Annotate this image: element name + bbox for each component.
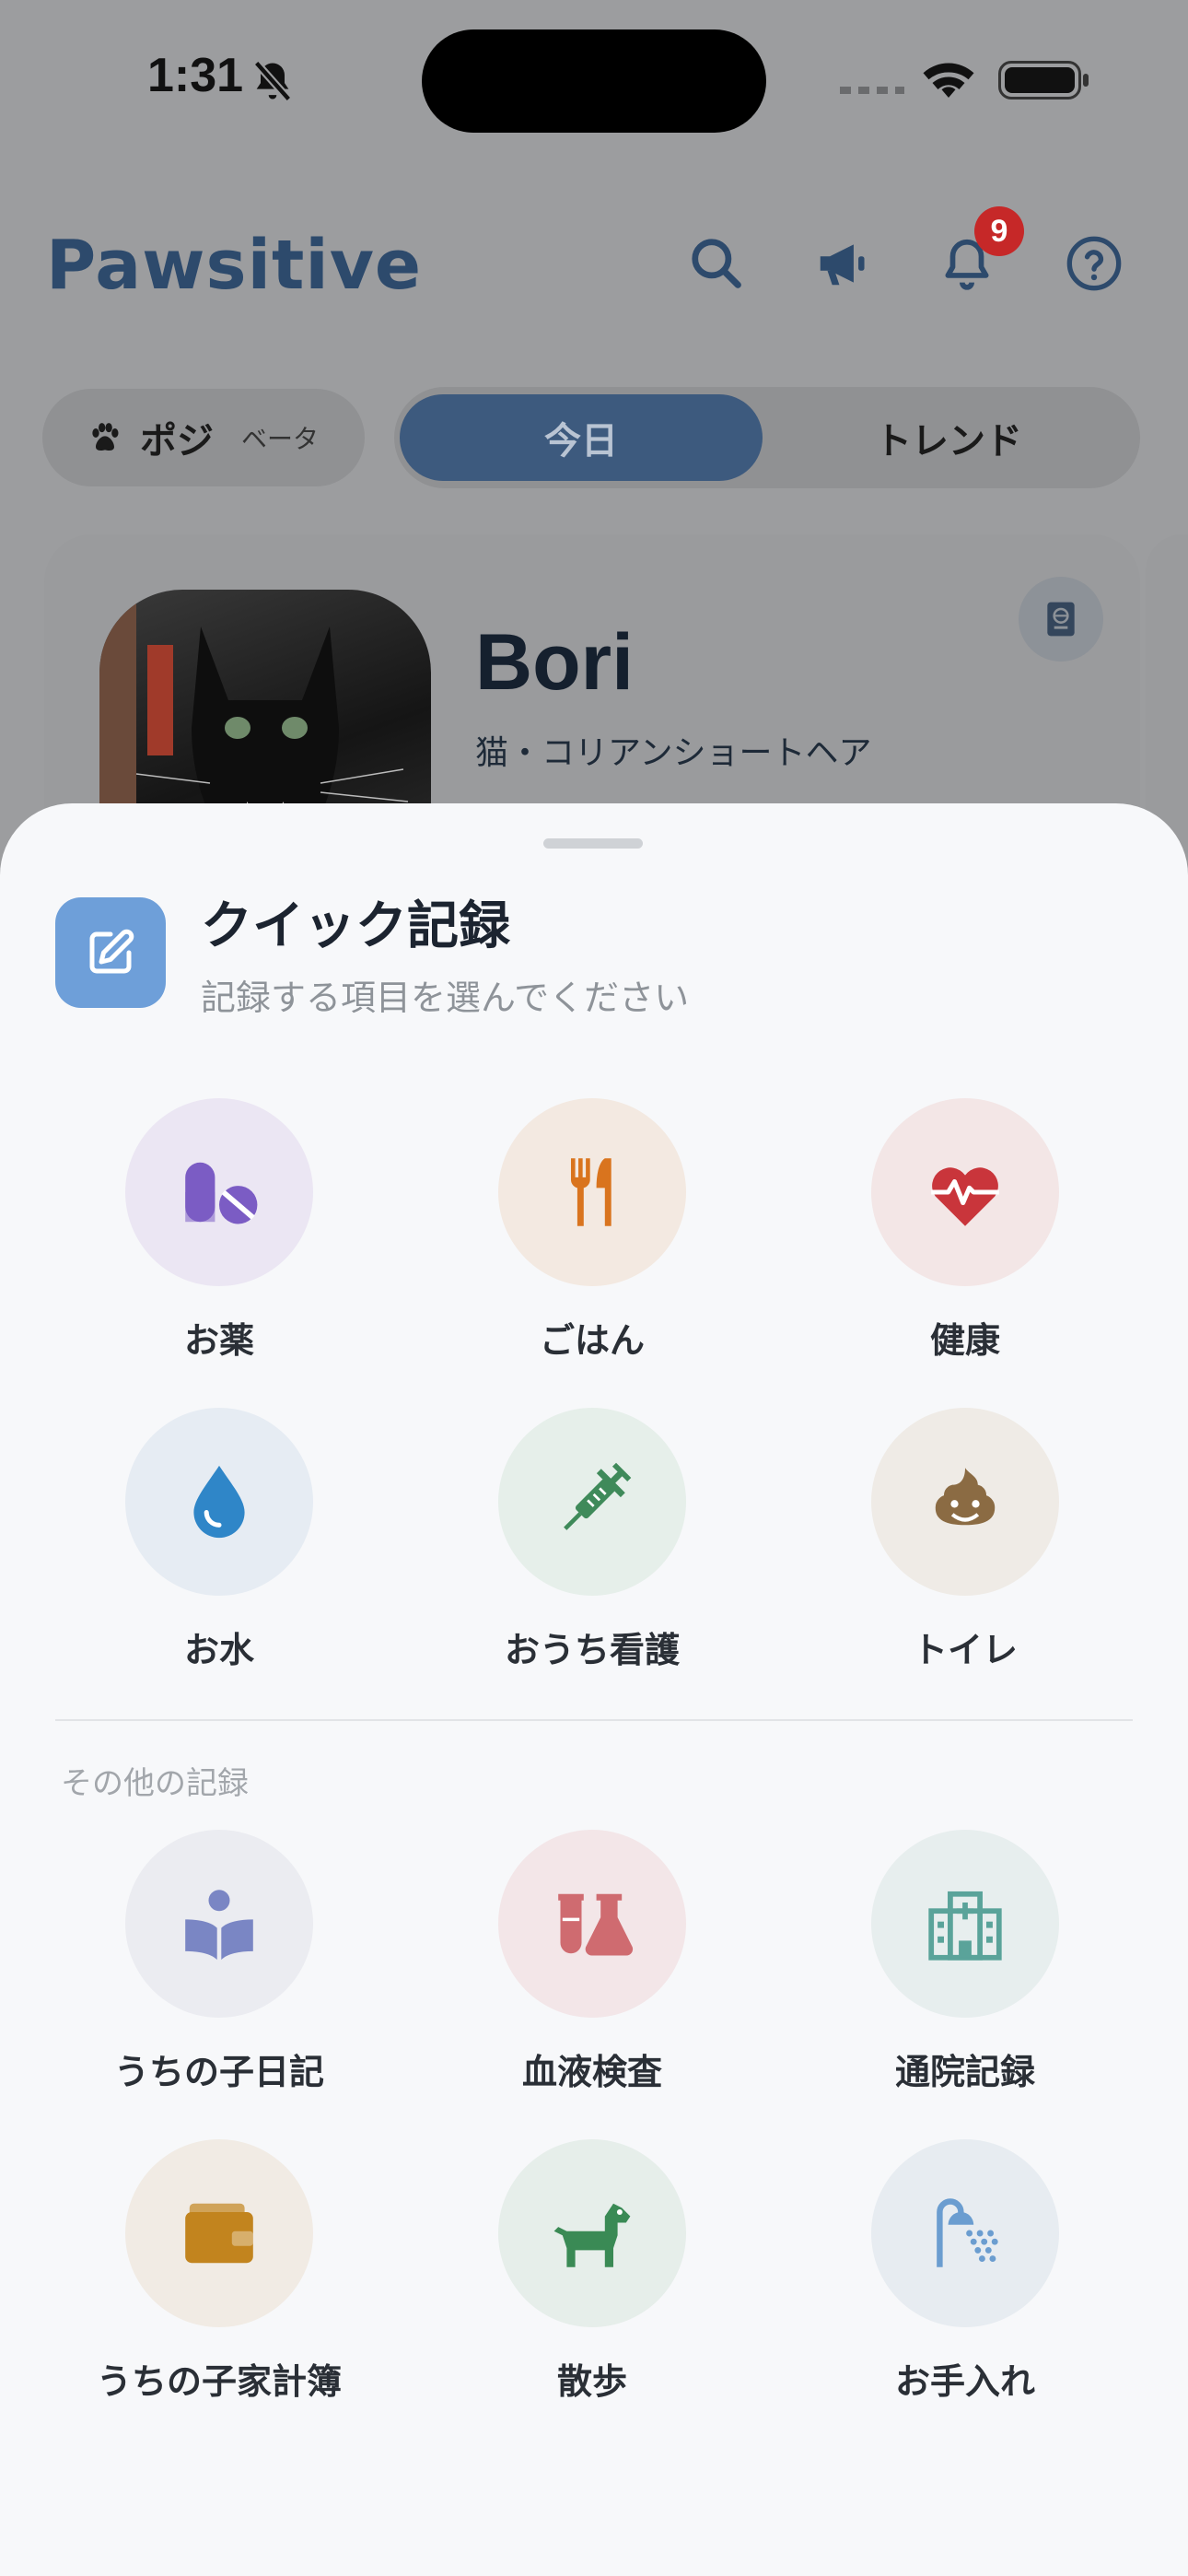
- paw-icon: [92, 423, 119, 451]
- other-record-item-0[interactable]: うちの子日記: [81, 1830, 357, 2094]
- edit-icon: [89, 929, 134, 974]
- record-item-label: 健康: [929, 1320, 1000, 1361]
- cellular-signal-icon: [840, 87, 904, 94]
- posi-chip[interactable]: ポジ ベータ: [42, 389, 365, 486]
- record-item-label: お手入れ: [894, 2361, 1035, 2402]
- heart-pulse-icon: [931, 1167, 999, 1226]
- hospital-icon: [928, 1891, 1002, 1961]
- sheet-subtitle: 記録する項目を選んでください: [201, 978, 690, 1018]
- record-item-circle[interactable]: [871, 2139, 1059, 2327]
- battery-icon: [998, 61, 1081, 100]
- record-item-label: 通院記録: [894, 2052, 1035, 2092]
- quick-record-item-3[interactable]: お水: [81, 1408, 357, 1672]
- record-item-circle[interactable]: [871, 1830, 1059, 2018]
- record-item-label: うちの子家計簿: [96, 2361, 342, 2402]
- shower-icon: [937, 2198, 998, 2267]
- sheet-title: クイック記録: [201, 896, 510, 956]
- water-drop-icon: [193, 1465, 245, 1539]
- record-item-label: 散歩: [556, 2361, 627, 2402]
- quick-record-item-1[interactable]: ごはん: [454, 1098, 730, 1363]
- wifi-icon: [923, 63, 974, 98]
- flask-icon: [558, 1893, 634, 1956]
- search-icon: [692, 239, 741, 288]
- section-divider: [55, 1719, 1133, 1721]
- dog-icon: [553, 2203, 631, 2267]
- beta-label: ベータ: [241, 424, 320, 454]
- record-item-circle[interactable]: [125, 2139, 313, 2327]
- syringe-icon: [564, 1462, 632, 1530]
- record-item-label: うちの子日記: [113, 2052, 324, 2092]
- quick-record-item-5[interactable]: トイレ: [827, 1408, 1103, 1672]
- quick-record-item-4[interactable]: おうち看護: [454, 1408, 730, 1672]
- other-records-header: その他の記録: [61, 1765, 249, 1802]
- battery-cap: [1083, 74, 1089, 87]
- other-record-item-1[interactable]: 血液検査: [454, 1830, 730, 2094]
- quick-record-item-0[interactable]: お薬: [81, 1098, 357, 1363]
- record-item-circle[interactable]: [871, 1098, 1059, 1286]
- other-record-item-4[interactable]: 散歩: [454, 2139, 730, 2404]
- other-record-item-5[interactable]: お手入れ: [827, 2139, 1103, 2404]
- announcements-button[interactable]: [805, 227, 879, 300]
- status-time: 1:31: [147, 49, 244, 102]
- record-item-label: 血液検査: [521, 2052, 662, 2092]
- other-record-item-3[interactable]: うちの子家計簿: [81, 2139, 357, 2404]
- pet-name: Bori: [475, 618, 634, 707]
- quick-record-item-2[interactable]: 健康: [827, 1098, 1103, 1363]
- record-item-label: おうち看護: [504, 1630, 680, 1670]
- passport-icon: [1047, 602, 1075, 637]
- other-record-item-2[interactable]: 通院記録: [827, 1830, 1103, 2094]
- pet-breed: 猫・コリアンショートヘア: [475, 734, 872, 772]
- record-item-circle[interactable]: [498, 2139, 686, 2327]
- record-item-label: トイレ: [912, 1630, 1018, 1670]
- utensils-icon: [570, 1158, 611, 1226]
- tab-today[interactable]: 今日: [400, 394, 763, 481]
- book-reader-icon: [185, 1890, 253, 1961]
- record-item-circle[interactable]: [125, 1408, 313, 1596]
- record-item-circle[interactable]: [498, 1098, 686, 1286]
- record-item-label: ごはん: [539, 1320, 645, 1361]
- sheet-drag-handle[interactable]: [543, 838, 643, 849]
- bell-slash-icon: [253, 60, 292, 102]
- record-item-circle[interactable]: [498, 1830, 686, 2018]
- record-item-label: お薬: [183, 1320, 254, 1361]
- record-item-circle[interactable]: [871, 1408, 1059, 1596]
- record-item-circle[interactable]: [125, 1098, 313, 1286]
- pills-icon: [185, 1162, 258, 1224]
- dynamic-island: [422, 29, 766, 133]
- search-button[interactable]: [680, 227, 753, 300]
- question-circle-icon: [1066, 236, 1122, 291]
- help-button[interactable]: [1057, 227, 1131, 300]
- poop-icon: [935, 1468, 996, 1526]
- posi-label: ポジ: [140, 420, 214, 463]
- app-logo: Pawsitive: [46, 226, 423, 305]
- tab-trend[interactable]: トレンド: [764, 394, 1133, 481]
- passport-button[interactable]: [1019, 577, 1103, 662]
- notification-badge: 9: [974, 206, 1024, 256]
- record-item-circle[interactable]: [498, 1408, 686, 1596]
- megaphone-icon: [820, 244, 865, 286]
- record-item-label: お水: [183, 1630, 254, 1670]
- record-item-circle[interactable]: [125, 1830, 313, 2018]
- quick-record-icon-box: [55, 897, 166, 1008]
- wallet-icon: [185, 2203, 253, 2264]
